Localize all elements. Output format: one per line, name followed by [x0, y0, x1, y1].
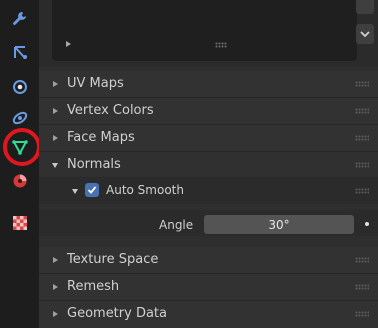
list-box[interactable] [52, 0, 357, 61]
section-uv-maps[interactable]: UV Maps [39, 71, 378, 97]
section-remesh[interactable]: Remesh [39, 274, 378, 300]
collapsed-arrow-icon [53, 284, 58, 290]
top-area [39, 0, 378, 66]
tab-physics[interactable] [5, 74, 34, 100]
section-label: Normals [67, 157, 121, 172]
section-label: Vertex Colors [67, 103, 154, 118]
object-data-mesh-icon [11, 138, 29, 156]
angle-field[interactable]: 30° [204, 215, 354, 234]
drag-handle-icon[interactable] [355, 284, 369, 290]
tab-texture[interactable] [5, 210, 34, 236]
checkmark-icon [87, 186, 97, 194]
specials-menu-button[interactable] [356, 24, 374, 44]
drag-handle-icon[interactable] [355, 162, 369, 168]
expanded-arrow-icon [52, 163, 58, 168]
drag-handle-icon[interactable] [355, 135, 369, 141]
tab-particles[interactable] [5, 40, 34, 66]
subpanel-auto-smooth[interactable]: Auto Smooth [39, 177, 378, 204]
section-normals[interactable]: Normals [39, 152, 378, 178]
physics-icon [11, 78, 29, 96]
tab-object-constraints[interactable] [5, 104, 34, 130]
chevron-down-icon [360, 31, 370, 38]
tab-object-data[interactable] [5, 134, 34, 160]
section-texture-space[interactable]: Texture Space [39, 247, 378, 273]
tab-material[interactable] [5, 168, 34, 194]
auto-smooth-label: Auto Smooth [106, 183, 184, 197]
texture-icon [12, 215, 28, 231]
wrench-icon [11, 10, 29, 28]
angle-label: Angle [159, 218, 194, 232]
angle-property-row: Angle 30° [39, 210, 378, 236]
material-icon [11, 172, 29, 190]
drag-handle-icon[interactable] [355, 311, 369, 317]
expand-triangle-icon[interactable] [66, 41, 71, 47]
section-vertex-colors[interactable]: Vertex Colors [39, 98, 378, 124]
section-label: Geometry Data [67, 306, 167, 321]
section-geometry-data[interactable]: Geometry Data [39, 301, 378, 328]
collapsed-arrow-icon [53, 257, 58, 263]
collapsed-arrow-icon [53, 311, 58, 317]
section-label: UV Maps [67, 76, 124, 91]
resize-grip-icon[interactable] [215, 42, 227, 48]
drag-handle-icon[interactable] [355, 81, 369, 87]
auto-smooth-checkbox[interactable] [85, 183, 99, 197]
section-label: Face Maps [67, 130, 135, 145]
collapsed-arrow-icon [53, 81, 58, 87]
particles-icon [11, 44, 29, 62]
collapsed-arrow-icon [53, 108, 58, 114]
section-face-maps[interactable]: Face Maps [39, 125, 378, 151]
drag-handle-icon[interactable] [355, 108, 369, 114]
drag-handle-icon[interactable] [355, 257, 369, 263]
drag-handle-icon[interactable] [355, 188, 369, 194]
object-constraint-icon [11, 108, 29, 126]
tab-modifiers[interactable] [5, 6, 34, 32]
properties-tab-bar [0, 0, 39, 328]
collapsed-arrow-icon [53, 135, 58, 141]
list-side-button[interactable] [356, 0, 374, 14]
section-label: Remesh [67, 279, 120, 294]
expanded-arrow-icon [72, 189, 78, 194]
section-label: Texture Space [67, 252, 159, 267]
keyframe-dot-icon[interactable] [365, 222, 369, 226]
properties-panel: UV Maps Vertex Colors Face Maps Normals … [39, 0, 378, 328]
